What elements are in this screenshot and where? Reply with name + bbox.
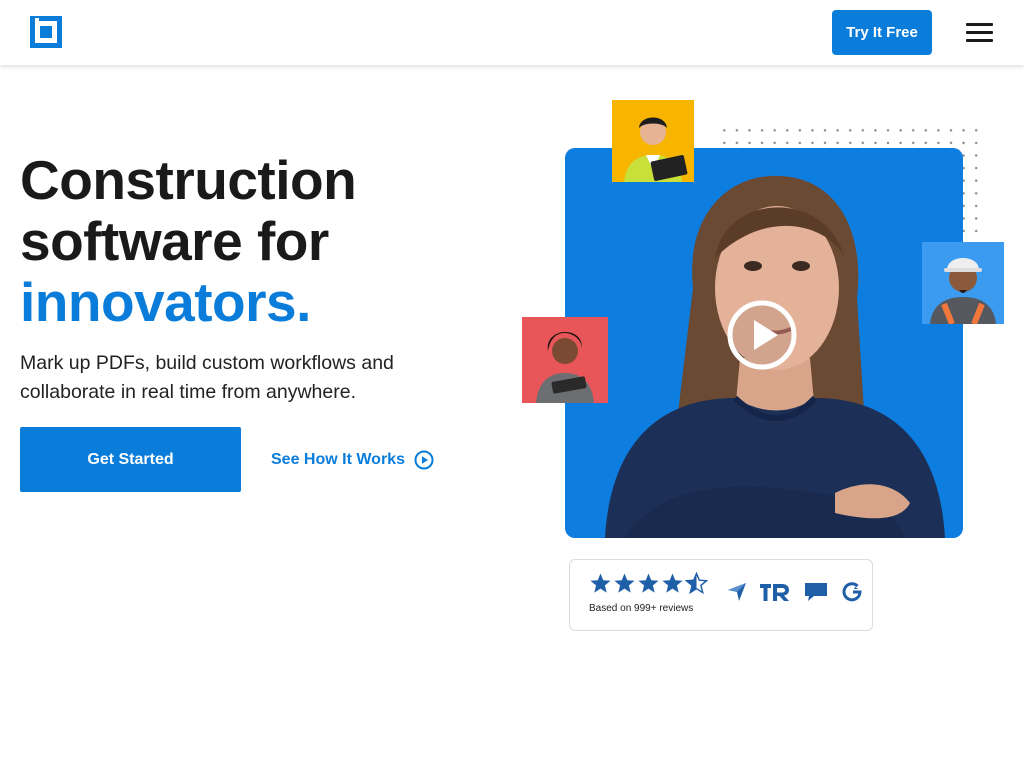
- star-icon: [638, 573, 659, 593]
- star-icon: [590, 573, 611, 593]
- hamburger-menu-icon[interactable]: [966, 23, 994, 43]
- star-icon: [662, 573, 683, 593]
- headline-line-2: software for: [20, 210, 329, 272]
- play-icon[interactable]: [727, 300, 797, 370]
- star-rating: [589, 572, 709, 596]
- g2-icon[interactable]: 2: [841, 581, 863, 603]
- hero-subtext: Mark up PDFs, build custom workflows and…: [20, 352, 394, 403]
- star-half-icon: [685, 572, 708, 595]
- star-icon: [614, 573, 635, 593]
- play-circle-icon: [414, 450, 434, 470]
- review-platforms: 2: [727, 581, 875, 603]
- hero-headline: Construction software for innovators.: [20, 149, 357, 333]
- see-how-it-works-label: See How It Works: [271, 451, 405, 468]
- get-started-button[interactable]: Get Started: [20, 427, 241, 492]
- worker-tablet-thumbnail: [612, 100, 694, 182]
- see-how-it-works-link[interactable]: See How It Works: [271, 449, 434, 471]
- capterra-icon[interactable]: [727, 582, 747, 602]
- svg-text:2: 2: [854, 584, 858, 591]
- worker-hardhat-thumbnail: [922, 242, 1004, 324]
- reviews-caption: Based on 999+ reviews: [589, 603, 694, 614]
- trustradius-icon[interactable]: [759, 582, 791, 602]
- worker-notebook-thumbnail: [522, 317, 608, 403]
- software-advice-icon[interactable]: [803, 581, 829, 603]
- headline-accent: innovators.: [20, 271, 311, 333]
- bluebeam-logo-icon[interactable]: [30, 16, 62, 48]
- try-it-free-button[interactable]: Try It Free: [832, 10, 932, 55]
- reviews-badge: Based on 999+ reviews 2: [569, 559, 873, 631]
- headline-line-1: Construction: [20, 149, 357, 211]
- site-header: Try It Free: [0, 0, 1024, 65]
